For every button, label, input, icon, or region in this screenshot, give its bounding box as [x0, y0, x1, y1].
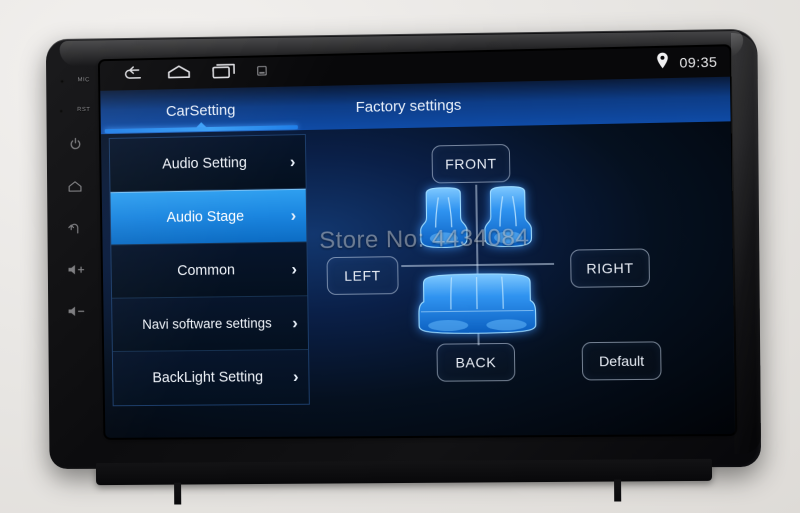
chevron-right-icon: ›	[290, 152, 296, 172]
status-bar-right-cluster: 09:35	[656, 51, 718, 75]
stage-right-label: RIGHT	[586, 260, 634, 277]
car-seats-diagram[interactable]	[416, 184, 539, 346]
hardware-key-bezel: MIC RST	[53, 52, 97, 453]
hardware-mic: MIC	[60, 66, 90, 96]
stage-back-label: BACK	[455, 354, 496, 370]
hardware-home-button[interactable]	[53, 168, 96, 210]
back-arrow-icon	[123, 65, 145, 86]
tab-carsetting[interactable]: CarSetting	[100, 86, 302, 134]
nav-back-button[interactable]	[112, 64, 157, 86]
recents-icon	[211, 62, 237, 84]
nav-home-button[interactable]	[156, 63, 201, 85]
volume-down-icon	[66, 304, 85, 323]
power-icon	[68, 137, 83, 157]
chevron-right-icon: ›	[290, 205, 296, 225]
tab-carsetting-label: CarSetting	[166, 101, 236, 119]
seat-front-right-icon[interactable]	[480, 186, 536, 261]
screenshot-icon[interactable]	[256, 63, 267, 81]
microphone-hole-icon	[60, 79, 64, 83]
seat-rear-bench-icon[interactable]	[417, 270, 537, 340]
chevron-right-icon: ›	[293, 367, 299, 387]
location-pin-icon	[656, 52, 670, 75]
sidebar-item-audio-stage[interactable]: Audio Stage ›	[111, 189, 307, 246]
sidebar-item-label: Common	[125, 261, 287, 279]
hardware-volume-down-button[interactable]	[54, 292, 97, 334]
mounting-tab-left	[174, 483, 181, 505]
touchscreen-display[interactable]: 09:35 CarSetting Factory settings Audio …	[100, 46, 735, 438]
home-icon	[166, 64, 192, 85]
sidebar-item-audio-setting[interactable]: Audio Setting ›	[110, 135, 306, 192]
chevron-right-icon: ›	[292, 313, 298, 333]
stage-front-label: FRONT	[445, 155, 497, 172]
settings-menu-list: Audio Setting › Audio Stage › Common › N…	[109, 134, 310, 406]
stage-front-button[interactable]: FRONT	[431, 144, 510, 184]
hardware-mic-label: MIC	[78, 77, 90, 83]
seat-front-left-icon[interactable]	[416, 187, 471, 262]
sidebar-item-label: BackLight Setting	[127, 369, 289, 386]
sidebar-item-label: Audio Stage	[124, 207, 286, 226]
stage-left-button[interactable]: LEFT	[326, 256, 398, 295]
sidebar-item-navi-software-settings[interactable]: Navi software settings ›	[112, 296, 308, 352]
home-icon	[67, 179, 83, 198]
hardware-volume-up-button[interactable]	[54, 251, 97, 293]
audio-stage-panel: FRONT LEFT RIGHT BACK Default Store No: …	[306, 121, 736, 436]
mounting-tab-right	[614, 479, 621, 501]
sidebar-item-backlight-setting[interactable]: BackLight Setting ›	[113, 350, 309, 405]
chevron-right-icon: ›	[291, 259, 297, 279]
reset-pinhole-icon[interactable]	[59, 109, 63, 113]
status-bar-clock: 09:35	[679, 54, 717, 71]
sidebar-item-label: Audio Setting	[124, 154, 286, 173]
car-head-unit-device: MIC RST 09:35 CarSetting Factory setting…	[46, 29, 761, 469]
hardware-back-button[interactable]	[54, 209, 97, 251]
stage-back-button[interactable]: BACK	[436, 343, 515, 382]
tab-factory-settings-label: Factory settings	[355, 96, 461, 115]
mounting-bracket	[96, 459, 712, 485]
sidebar-item-label: Navi software settings	[126, 315, 288, 332]
stage-left-label: LEFT	[344, 267, 381, 283]
sidebar-item-common[interactable]: Common ›	[111, 243, 307, 299]
hardware-reset-label: RST	[77, 107, 90, 113]
back-arrow-icon	[67, 220, 83, 240]
nav-recents-button[interactable]	[201, 62, 247, 85]
stage-default-button[interactable]: Default	[582, 341, 662, 380]
tab-factory-settings[interactable]: Factory settings	[301, 81, 516, 130]
stage-right-button[interactable]: RIGHT	[570, 248, 650, 287]
hardware-reset[interactable]: RST	[59, 96, 90, 126]
volume-up-icon	[66, 262, 85, 281]
hardware-power-button[interactable]	[53, 126, 96, 168]
stage-default-label: Default	[599, 353, 644, 370]
settings-content-area: Audio Setting › Audio Stage › Common › N…	[101, 121, 735, 438]
